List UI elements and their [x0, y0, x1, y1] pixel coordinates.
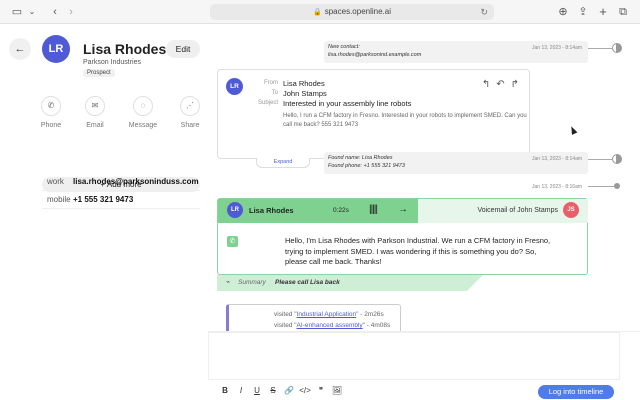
page-link[interactable]: AI-enhanced assembly	[297, 322, 363, 329]
reload-icon[interactable]: ↻	[480, 4, 488, 20]
field-value: lisa.rhodes@parksoninduss.com	[73, 177, 199, 186]
voicemail-header: Voicemail of John Stamps JS	[418, 199, 588, 223]
contact-panel: ← LR Lisa Rhodes Edit Parkson Industries…	[0, 24, 208, 400]
underline-icon[interactable]: U	[249, 386, 265, 395]
message-action[interactable]: ◌ Message	[125, 96, 161, 129]
phone-icon: ✆	[227, 236, 238, 247]
web-activity-card[interactable]: visited "Industrial Application" - 2m26s…	[226, 304, 401, 332]
voicemail-card[interactable]: LR Lisa Rhodes 0:22s ||||| → Voicemail o…	[217, 198, 588, 275]
page-link[interactable]: Industrial Application	[297, 311, 357, 318]
log-into-timeline-button[interactable]: Log into timeline	[538, 385, 614, 399]
timeline-marker-icon	[612, 154, 622, 164]
email-card[interactable]: LR From Lisa Rhodes To John Stamps Subje…	[217, 69, 530, 159]
contact-name: Lisa Rhodes	[83, 41, 167, 57]
status-badge: Prospect	[83, 69, 115, 77]
list-item: visited "AI-enhanced assembly" - 4m08s	[274, 322, 391, 329]
forward-icon[interactable]: ↱	[511, 79, 519, 90]
contact-field-row[interactable]: mobile +1 555 321 9473	[42, 191, 200, 209]
browser-toolbar: ▭ ⌄ ‹ › 🔒 spaces.openline.ai ↻ ⊕ ⇪ + ⧉	[0, 0, 640, 24]
duration: 0:22s	[333, 207, 349, 214]
share-icon[interactable]: ⇪	[576, 5, 590, 19]
to-value: John Stamps	[283, 89, 327, 98]
contact-actions: ✆ Phone ✉ Email ◌ Message ⋰ Share	[33, 96, 209, 136]
phone-action[interactable]: ✆ Phone	[33, 96, 69, 129]
summary-label: Summary	[238, 279, 266, 286]
timeline-connector	[588, 48, 612, 49]
to-label: To	[271, 90, 278, 96]
timestamp: Jan 13, 2023 - 8:16am	[532, 184, 583, 190]
image-icon[interactable]: 🖼	[329, 386, 345, 395]
reply-icon[interactable]: ↰	[482, 79, 490, 90]
timeline-marker-icon	[612, 43, 622, 53]
forward-arrow-icon[interactable]: ›	[64, 5, 78, 19]
tabs-overview-icon[interactable]: ⧉	[616, 5, 630, 19]
sidebar-toggle-icon[interactable]: ▭	[10, 5, 24, 19]
editor-input[interactable]	[208, 332, 620, 380]
timeline[interactable]: New contact: lisa.rhodes@parksonind.exam…	[208, 24, 640, 332]
italic-icon[interactable]: I	[233, 386, 249, 395]
caller-name: Lisa Rhodes	[249, 206, 294, 215]
timestamp: Jan 13, 2023 - 8:14am	[532, 156, 583, 162]
voicemail-title: Voicemail of John Stamps	[477, 207, 558, 214]
voicemail-player: LR Lisa Rhodes 0:22s ||||| →	[218, 199, 418, 223]
message-label: Message	[128, 122, 158, 129]
field-key: mobile	[47, 195, 71, 204]
mail-icon: ✉	[85, 96, 105, 116]
bold-icon[interactable]: B	[217, 386, 233, 395]
note-line: lisa.rhodes@parksonind.example.com	[328, 51, 422, 58]
address-bar[interactable]: 🔒 spaces.openline.ai ↻	[210, 4, 494, 20]
field-key: work	[47, 177, 64, 186]
timestamp: Jan 13, 2023 - 8:14am	[532, 45, 583, 51]
share-icon: ⋰	[180, 96, 200, 116]
arrow-right-icon[interactable]: →	[398, 204, 408, 215]
whatsapp-icon: ◌	[133, 96, 153, 116]
contact-field-row[interactable]: work lisa.rhodes@parksoninduss.com	[42, 173, 200, 191]
new-tab-icon[interactable]: +	[596, 5, 610, 19]
summary-icon: ⌁	[226, 279, 231, 286]
download-icon[interactable]: ⊕	[556, 5, 570, 19]
edit-button[interactable]: Edit	[166, 40, 200, 58]
from-label: From	[264, 80, 278, 86]
lock-icon: 🔒	[313, 9, 322, 16]
waveform-icon[interactable]: |||||	[369, 204, 378, 215]
field-value: +1 555 321 9473	[73, 195, 134, 204]
phone-label: Phone	[40, 122, 62, 129]
link-icon[interactable]: 🔗	[281, 386, 297, 395]
share-label: Share	[180, 122, 200, 129]
email-action[interactable]: ✉ Email	[77, 96, 113, 129]
chevron-down-icon[interactable]: ⌄	[25, 5, 39, 19]
avatar: LR	[226, 78, 243, 95]
code-icon[interactable]: </>	[297, 386, 313, 395]
share-action[interactable]: ⋰ Share	[172, 96, 208, 129]
from-value: Lisa Rhodes	[283, 79, 325, 88]
email-body: Hello, I run a CFM factory in Fresno. In…	[283, 113, 527, 127]
reply-all-icon[interactable]: ↶	[496, 79, 504, 90]
list-item: visited "Industrial Application" - 2m26s	[274, 311, 384, 318]
email-label: Email	[86, 122, 104, 129]
note-line: Found phone: +1 555 321 9473	[328, 162, 405, 169]
back-arrow-icon[interactable]: ‹	[48, 5, 62, 19]
voicemail-transcript: Hello, I'm Lisa Rhodes with Parkson Indu…	[285, 236, 551, 266]
email-actions: ↰ ↶ ↱	[476, 79, 519, 90]
avatar: LR	[227, 202, 243, 218]
subject-label: Subject	[257, 100, 278, 106]
expand-button[interactable]: Expand	[256, 158, 310, 168]
company-name: Parkson Industries	[83, 59, 141, 66]
formatting-toolbar: B I U S 🔗 </> ❞ 🖼	[217, 386, 345, 398]
subject-value: Interested in your assembly line robots	[283, 99, 412, 108]
strikethrough-icon[interactable]: S	[265, 386, 281, 395]
timeline-dot	[614, 183, 620, 189]
back-button[interactable]: ←	[9, 38, 31, 60]
url-text: spaces.openline.ai	[324, 7, 391, 16]
note-editor: B I U S 🔗 </> ❞ 🖼 Log into timeline	[208, 331, 640, 400]
avatar: LR	[42, 35, 70, 63]
quote-icon[interactable]: ❞	[313, 386, 329, 395]
summary-bar: ⌁ Summary Please call Lisa back	[217, 275, 483, 291]
avatar: JS	[563, 202, 579, 218]
timeline-connector	[588, 159, 612, 160]
phone-icon: ✆	[41, 96, 61, 116]
summary-text: Please call Lisa back	[275, 279, 340, 286]
